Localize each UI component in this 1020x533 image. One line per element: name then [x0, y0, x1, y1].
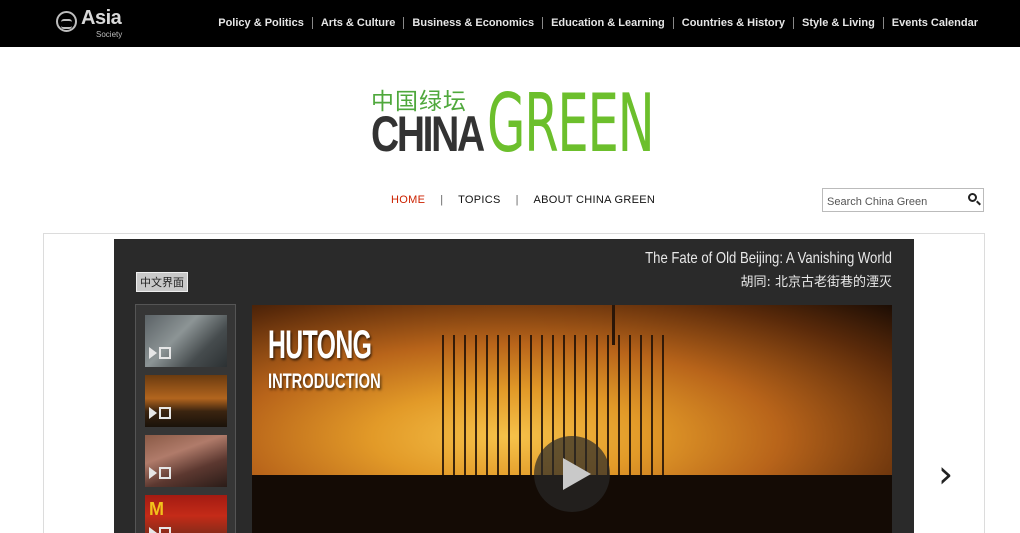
- asia-society-emblem-icon: [56, 11, 77, 32]
- video-subtitle: INTRODUCTION: [268, 370, 381, 393]
- nav-arts-culture[interactable]: Arts & Culture: [321, 17, 396, 29]
- nav-divider: [882, 17, 884, 29]
- video-thumbnail-list: [135, 304, 236, 533]
- play-icon: [149, 467, 157, 479]
- nav-countries-history[interactable]: Countries & History: [682, 17, 785, 29]
- nav-style-living[interactable]: Style & Living: [802, 17, 875, 29]
- logo-green-text: GREEN: [487, 77, 655, 170]
- video-thumbnail[interactable]: [145, 495, 227, 533]
- play-button-icon[interactable]: [534, 436, 610, 512]
- logo-sub: Society: [96, 30, 123, 39]
- player-title-chinese: 胡同: 北京古老街巷的湮灭: [740, 275, 892, 290]
- square-icon: [159, 467, 171, 479]
- player-title-english: The Fate of Old Beijing: A Vanishing Wor…: [645, 250, 892, 267]
- search-input[interactable]: [823, 189, 963, 211]
- nav-policy-politics[interactable]: Policy & Politics: [218, 17, 304, 29]
- logo-china-text: CHINA: [371, 106, 485, 162]
- nav-divider: [311, 17, 313, 29]
- play-icon: [149, 347, 157, 359]
- subnav-divider: |: [440, 194, 444, 206]
- video-thumbnail[interactable]: [145, 375, 227, 427]
- nav-divider: [793, 17, 795, 29]
- asia-society-logo[interactable]: Asia Society: [56, 7, 136, 40]
- nav-education-learning[interactable]: Education & Learning: [551, 17, 665, 29]
- video-thumbnail[interactable]: [145, 315, 227, 367]
- china-green-logo[interactable]: 中国绿坛 CHINA GREEN: [371, 82, 671, 166]
- site-subnav: HOME | TOPICS | ABOUT CHINA GREEN: [391, 194, 655, 206]
- video-crane-image: [612, 305, 615, 345]
- top-nav-bar: Asia Society Policy & Politics Arts & Cu…: [0, 0, 1020, 47]
- chinese-interface-button[interactable]: 中文界面: [136, 272, 188, 292]
- nav-business-economics[interactable]: Business & Economics: [412, 17, 534, 29]
- nav-events-calendar[interactable]: Events Calendar: [892, 17, 978, 29]
- main-video-frame[interactable]: HUTONG INTRODUCTION: [252, 305, 892, 533]
- video-player: 中文界面 The Fate of Old Beijing: A Vanishin…: [114, 239, 914, 533]
- video-title: HUTONG: [268, 323, 372, 367]
- square-icon: [159, 407, 171, 419]
- logo-word: Asia: [81, 7, 122, 29]
- nav-divider: [403, 17, 405, 29]
- play-icon: [149, 527, 157, 533]
- search-icon[interactable]: [968, 193, 977, 202]
- video-thumbnail[interactable]: [145, 435, 227, 487]
- top-nav: Policy & Politics Arts & Culture Busines…: [218, 17, 978, 29]
- play-icon: [149, 407, 157, 419]
- subnav-divider: |: [515, 194, 519, 206]
- square-icon: [159, 347, 171, 359]
- nav-divider: [542, 17, 544, 29]
- nav-divider: [672, 17, 674, 29]
- subnav-home[interactable]: HOME: [391, 194, 425, 206]
- next-arrow-icon[interactable]: ›: [938, 455, 953, 493]
- search-box: [822, 188, 984, 212]
- subnav-topics[interactable]: TOPICS: [458, 194, 501, 206]
- square-icon: [159, 527, 171, 533]
- subnav-about[interactable]: ABOUT CHINA GREEN: [533, 194, 655, 206]
